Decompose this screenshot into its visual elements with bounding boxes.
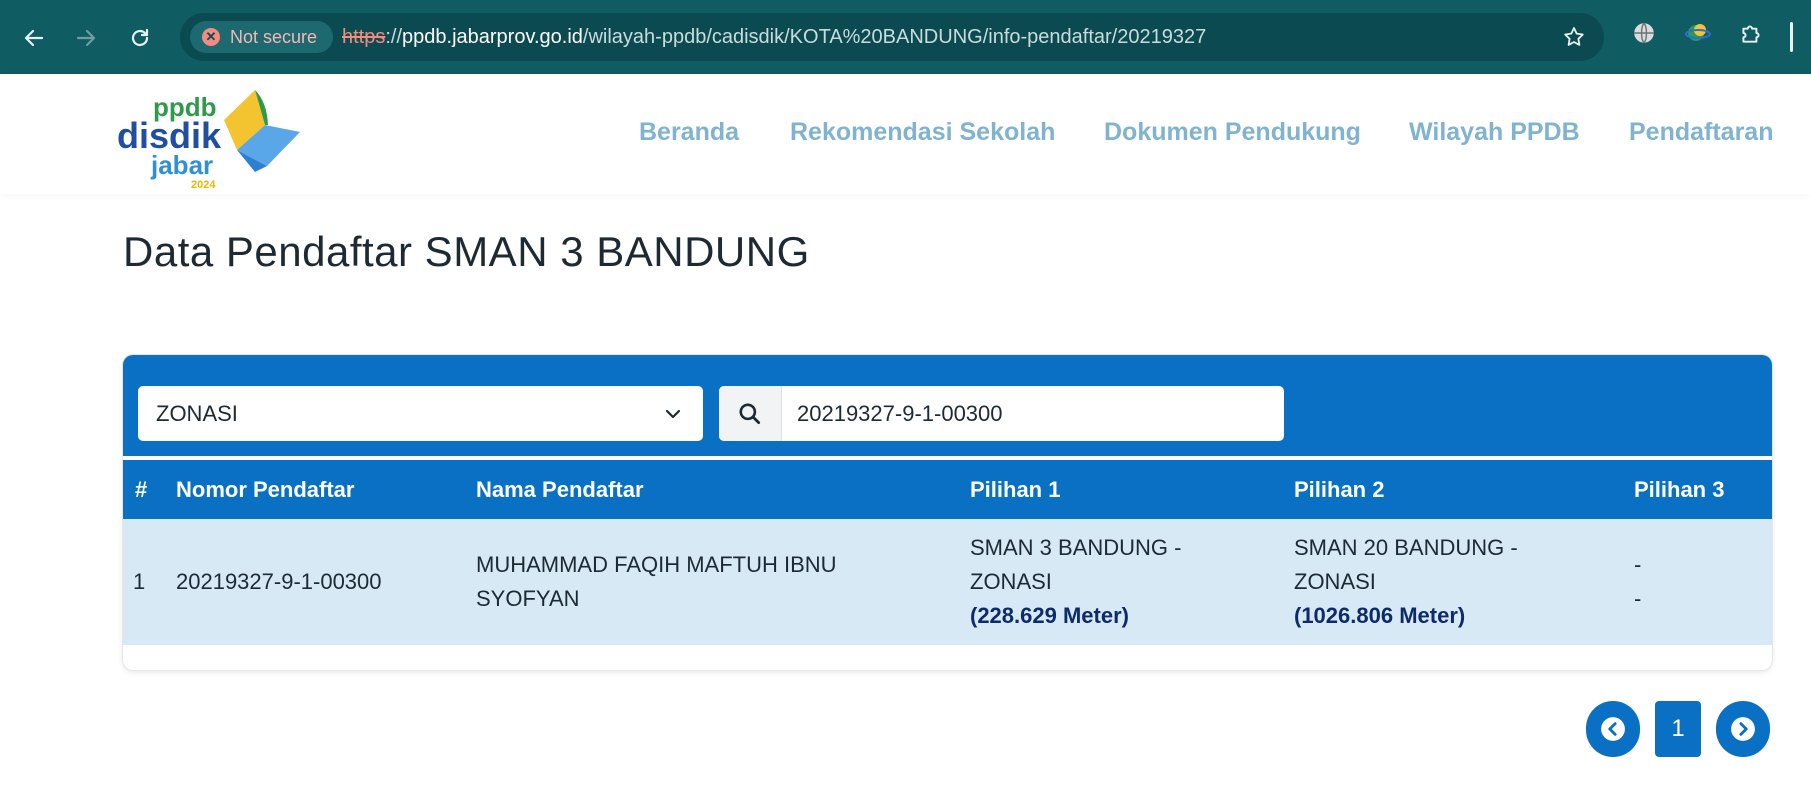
pilihan1-distance: (228.629 Meter): [970, 603, 1129, 628]
cell-no: 1: [133, 569, 146, 594]
logo-line2: disdik: [117, 115, 222, 156]
col-header-pilihan1: Pilihan 1: [970, 476, 1061, 502]
col-header-nama: Nama Pendaftar: [476, 476, 644, 502]
page-title: Data Pendaftar SMAN 3 BANDUNG: [123, 228, 810, 275]
chevron-down-icon: [665, 409, 681, 419]
cell-nama: MUHAMMAD FAQIH MAFTUH IBNU SYOFYAN: [476, 519, 970, 645]
extensions-button[interactable]: [1738, 20, 1764, 51]
registrant-table: # Nomor Pendaftar Nama Pendaftar Pilihan…: [123, 460, 1772, 645]
warning-icon: ✕: [202, 28, 220, 46]
forward-button[interactable]: [66, 18, 106, 58]
pilihan3-line2: -: [1634, 586, 1642, 611]
pilihan3-line1: -: [1634, 552, 1642, 577]
nama-line1: MUHAMMAD FAQIH MAFTUH IBNU: [476, 552, 837, 577]
security-label: Not secure: [230, 26, 318, 47]
prev-page-button[interactable]: [1586, 701, 1640, 757]
extension-logo-icon: [1685, 24, 1711, 41]
search-icon: [739, 402, 761, 424]
search-input[interactable]: [789, 386, 1277, 441]
url-host: ppdb.jabarprov.go.id: [402, 26, 583, 48]
site-header: ppdb disdik jabar 2024 Beranda Rekomenda…: [0, 74, 1811, 194]
url-path: /wilayah-ppdb/cadisdik/KOTA%20BANDUNG/in…: [582, 26, 1207, 48]
pilihan2-line2: ZONASI: [1294, 569, 1376, 594]
arrow-right-icon: [76, 29, 96, 47]
browser-toolbar: ✕ Not secure https://ppdb.jabarprov.go.i…: [0, 0, 1811, 74]
col-header-nomor: Nomor Pendaftar: [176, 476, 355, 502]
cell-pilihan1: SMAN 3 BANDUNG - ZONASI (228.629 Meter): [970, 519, 1294, 645]
col-header-no: #: [135, 476, 148, 502]
filter-bar: ZONASI: [123, 355, 1772, 456]
table-row: 1 20219327-9-1-00300 MUHAMMAD FAQIH MAFT…: [123, 519, 1772, 645]
chevron-right-circle-icon: [1731, 717, 1755, 741]
pilihan1-line1: SMAN 3 BANDUNG -: [970, 535, 1182, 560]
pilihan2-line1: SMAN 20 BANDUNG -: [1294, 535, 1518, 560]
nav-beranda[interactable]: Beranda: [639, 118, 739, 147]
reload-icon: [131, 28, 149, 47]
logo-line3: jabar: [151, 150, 214, 180]
nav-dokumen-pendukung[interactable]: Dokumen Pendukung: [1104, 118, 1361, 147]
address-bar[interactable]: ✕ Not secure https://ppdb.jabarprov.go.i…: [180, 13, 1604, 61]
url-separator: ://: [385, 26, 403, 48]
pilihan2-distance: (1026.806 Meter): [1294, 603, 1466, 628]
logo-year: 2024: [191, 179, 216, 191]
colorful-extension-button[interactable]: [1684, 20, 1712, 51]
cell-pilihan3: - -: [1634, 519, 1772, 645]
security-chip[interactable]: ✕ Not secure: [190, 21, 334, 53]
cell-pilihan2: SMAN 20 BANDUNG - ZONASI (1026.806 Meter…: [1294, 519, 1634, 645]
nama-line2: SYOFYAN: [476, 586, 580, 611]
globe-icon: [1634, 22, 1654, 44]
reload-button[interactable]: [120, 18, 160, 58]
bookmark-star-button[interactable]: [1562, 25, 1586, 54]
chevron-left-circle-icon: [1601, 717, 1625, 741]
url-text[interactable]: https://ppdb.jabarprov.go.id/wilayah-ppd…: [342, 13, 1206, 61]
table-header-row: # Nomor Pendaftar Nama Pendaftar Pilihan…: [123, 460, 1772, 519]
cell-nomor: 20219327-9-1-00300: [176, 569, 382, 594]
puzzle-icon: [1742, 25, 1760, 43]
pilihan1-line2: ZONASI: [970, 569, 1052, 594]
search-box: [719, 386, 1284, 441]
search-icon-box[interactable]: [719, 386, 782, 441]
jalur-select[interactable]: ZONASI: [138, 386, 703, 441]
col-header-pilihan2: Pilihan 2: [1294, 476, 1385, 502]
page-number-button[interactable]: 1: [1655, 701, 1701, 757]
nav-wilayah-ppdb[interactable]: Wilayah PPDB: [1409, 118, 1580, 147]
menu-edge: [1790, 22, 1793, 52]
translate-extension-button[interactable]: [1631, 20, 1657, 51]
ppdb-logo[interactable]: ppdb disdik jabar 2024: [115, 80, 305, 191]
back-button[interactable]: [14, 18, 54, 58]
nav-pendaftaran[interactable]: Pendaftaran: [1629, 118, 1773, 147]
col-header-pilihan3: Pilihan 3: [1634, 476, 1725, 502]
url-scheme: https: [342, 26, 386, 48]
registrant-card: ZONASI # Nomor Pendaftar Nama Pendaftar …: [123, 355, 1772, 670]
jalur-selected-value: ZONASI: [156, 401, 238, 426]
nav-rekomendasi-sekolah[interactable]: Rekomendasi Sekolah: [790, 118, 1055, 147]
star-icon: [1564, 27, 1584, 46]
next-page-button[interactable]: [1716, 701, 1770, 757]
arrow-left-icon: [24, 29, 44, 47]
